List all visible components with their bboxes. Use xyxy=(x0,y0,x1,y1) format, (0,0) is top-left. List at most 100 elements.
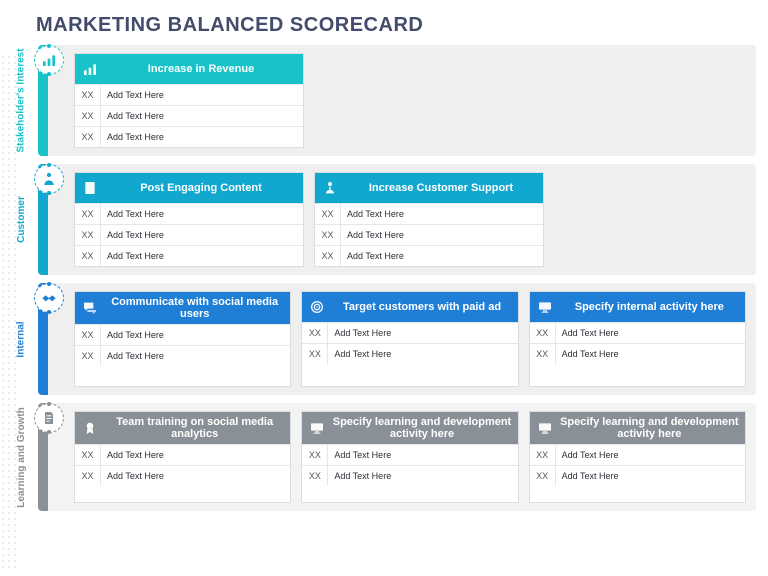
row-placeholder: Add Text Here xyxy=(101,106,170,126)
row-placeholder: Add Text Here xyxy=(556,323,625,343)
scorecard-card: Specify learning and development activit… xyxy=(529,411,746,503)
card-title: Specify learning and development activit… xyxy=(332,416,511,440)
row-placeholder: Add Text Here xyxy=(556,344,625,364)
row-placeholder: Add Text Here xyxy=(101,204,170,224)
doc-star-icon xyxy=(81,180,99,196)
card-row: XXAdd Text Here xyxy=(75,84,303,105)
perspective-panel: Team training on social media analyticsX… xyxy=(48,403,756,511)
perspective-internal: Internal Communicate with social media us… xyxy=(6,283,756,395)
card-title: Target customers with paid ad xyxy=(332,301,511,313)
row-placeholder: Add Text Here xyxy=(556,445,625,465)
card-row: XXAdd Text Here xyxy=(302,465,517,486)
card-title: Communicate with social media users xyxy=(105,296,284,320)
card-header: Specify learning and development activit… xyxy=(302,412,517,444)
row-code: XX xyxy=(75,325,101,345)
screen-icon xyxy=(308,420,326,436)
card-row: XXAdd Text Here xyxy=(75,345,290,366)
card-title: Increase in Revenue xyxy=(105,63,297,75)
support-icon xyxy=(321,180,339,196)
row-placeholder: Add Text Here xyxy=(341,246,410,266)
card-header: Specify learning and development activit… xyxy=(530,412,745,444)
badge-icon xyxy=(81,420,99,436)
scorecard-card: Target customers with paid ad XXAdd Text … xyxy=(301,291,518,387)
perspective-label: Customer xyxy=(16,196,27,243)
card-row: XXAdd Text Here xyxy=(302,343,517,364)
row-code: XX xyxy=(75,445,101,465)
perspective-stakeholders-interest: Stakeholder's Interest Increase in Revenu… xyxy=(6,45,756,156)
perspective-spine: Customer xyxy=(6,164,36,275)
row-placeholder: Add Text Here xyxy=(101,225,170,245)
card-header: Communicate with social media users xyxy=(75,292,290,324)
row-placeholder: Add Text Here xyxy=(101,466,170,486)
target-icon xyxy=(308,299,326,315)
perspective-bar xyxy=(38,45,48,156)
row-code: XX xyxy=(302,344,328,364)
row-code: XX xyxy=(75,204,101,224)
row-placeholder: Add Text Here xyxy=(328,466,397,486)
perspective-customer: CustomerPost Engaging ContentXXAdd Text … xyxy=(6,164,756,275)
card-title: Post Engaging Content xyxy=(105,182,297,194)
perspective-panel: Post Engaging ContentXXAdd Text HereXXAd… xyxy=(48,164,756,275)
card-header: Team training on social media analytics xyxy=(75,412,290,444)
row-placeholder: Add Text Here xyxy=(328,323,397,343)
row-placeholder: Add Text Here xyxy=(328,344,397,364)
row-placeholder: Add Text Here xyxy=(328,445,397,465)
row-code: XX xyxy=(75,346,101,366)
perspective-bar xyxy=(38,403,48,511)
card-header: Target customers with paid ad xyxy=(302,292,517,322)
row-code: XX xyxy=(302,445,328,465)
card-header: Specify internal activity here xyxy=(530,292,745,322)
row-code: XX xyxy=(75,225,101,245)
chat-icon xyxy=(81,300,99,316)
card-row: XXAdd Text Here xyxy=(75,444,290,465)
perspective-label: Internal xyxy=(16,321,27,357)
card-title: Team training on social media analytics xyxy=(105,416,284,440)
row-code: XX xyxy=(302,323,328,343)
card-header: Increase Customer Support xyxy=(315,173,543,203)
page-title: MARKETING BALANCED SCORECARD xyxy=(0,8,756,45)
row-placeholder: Add Text Here xyxy=(341,204,410,224)
row-code: XX xyxy=(315,246,341,266)
row-code: XX xyxy=(530,445,556,465)
slide: MARKETING BALANCED SCORECARD Stakeholder… xyxy=(0,0,768,576)
scorecard-card: Team training on social media analyticsX… xyxy=(74,411,291,503)
screen-icon xyxy=(536,299,554,315)
row-code: XX xyxy=(75,85,101,105)
card-row: XXAdd Text Here xyxy=(530,322,745,343)
scorecard-card: Communicate with social media usersXXAdd… xyxy=(74,291,291,387)
row-code: XX xyxy=(530,344,556,364)
card-title: Increase Customer Support xyxy=(345,182,537,194)
row-code: XX xyxy=(530,323,556,343)
card-row: XXAdd Text Here xyxy=(302,444,517,465)
perspective-learning-and-growth: Learning and Growth Team training on soci… xyxy=(6,403,756,511)
perspective-spine: Internal xyxy=(6,283,36,395)
perspective-spine: Stakeholder's Interest xyxy=(6,45,36,156)
card-row: XXAdd Text Here xyxy=(75,324,290,345)
card-title: Specify internal activity here xyxy=(560,301,739,313)
card-row: XXAdd Text Here xyxy=(315,203,543,224)
card-row: XXAdd Text Here xyxy=(315,224,543,245)
row-code: XX xyxy=(75,466,101,486)
card-row: XXAdd Text Here xyxy=(75,465,290,486)
card-row: XXAdd Text Here xyxy=(75,245,303,266)
bars-up-icon xyxy=(81,61,99,77)
perspective-label: Learning and Growth xyxy=(16,407,27,508)
card-row: XXAdd Text Here xyxy=(530,444,745,465)
scorecard-card: Specify learning and development activit… xyxy=(301,411,518,503)
perspective-bar xyxy=(38,164,48,275)
row-placeholder: Add Text Here xyxy=(101,246,170,266)
perspective-label: Stakeholder's Interest xyxy=(16,48,27,152)
row-code: XX xyxy=(315,204,341,224)
card-row: XXAdd Text Here xyxy=(302,322,517,343)
row-code: XX xyxy=(75,246,101,266)
card-row: XXAdd Text Here xyxy=(530,343,745,364)
bars-up-icon xyxy=(34,45,64,75)
card-row: XXAdd Text Here xyxy=(75,105,303,126)
card-title: Specify learning and development activit… xyxy=(560,416,739,440)
row-placeholder: Add Text Here xyxy=(341,225,410,245)
card-row: XXAdd Text Here xyxy=(75,224,303,245)
row-placeholder: Add Text Here xyxy=(101,346,170,366)
scorecard-card: Specify internal activity here XXAdd Text… xyxy=(529,291,746,387)
scorecard-card: Increase Customer SupportXXAdd Text Here… xyxy=(314,172,544,267)
row-code: XX xyxy=(315,225,341,245)
